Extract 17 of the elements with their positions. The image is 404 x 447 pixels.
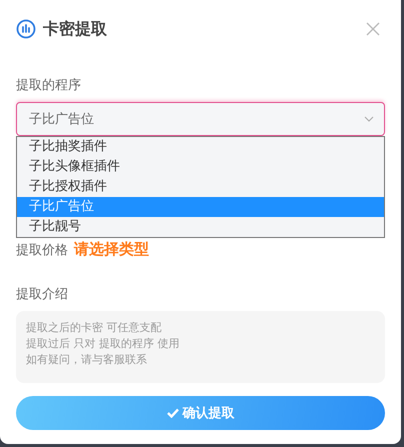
chart-icon (16, 19, 36, 39)
dropdown-option[interactable]: 子比头像框插件 (17, 157, 384, 177)
dropdown-option[interactable]: 子比抽奖插件 (17, 137, 384, 157)
chevron-down-icon (364, 116, 374, 122)
field-label: 提取介绍 (16, 286, 69, 303)
placeholder-text: 提取过后 只对 提取的程序 使用 (26, 336, 180, 352)
dialog-title: 卡密提取 (43, 18, 107, 40)
check-icon (166, 408, 178, 418)
program-select[interactable]: 子比广告位 (16, 102, 385, 136)
dropdown-option[interactable]: 子比靓号 (17, 217, 384, 237)
field-label: 提取价格 (16, 242, 68, 258)
price-value: 请选择类型 (74, 240, 149, 259)
placeholder-text: 提取之后的卡密 可任意支配 (26, 320, 162, 336)
close-icon[interactable] (365, 21, 381, 37)
dropdown-option[interactable]: 子比授权插件 (17, 177, 384, 197)
field-label: 提取的程序 (16, 77, 82, 94)
placeholder-text: 如有疑问，请与客服联系 (26, 352, 147, 368)
